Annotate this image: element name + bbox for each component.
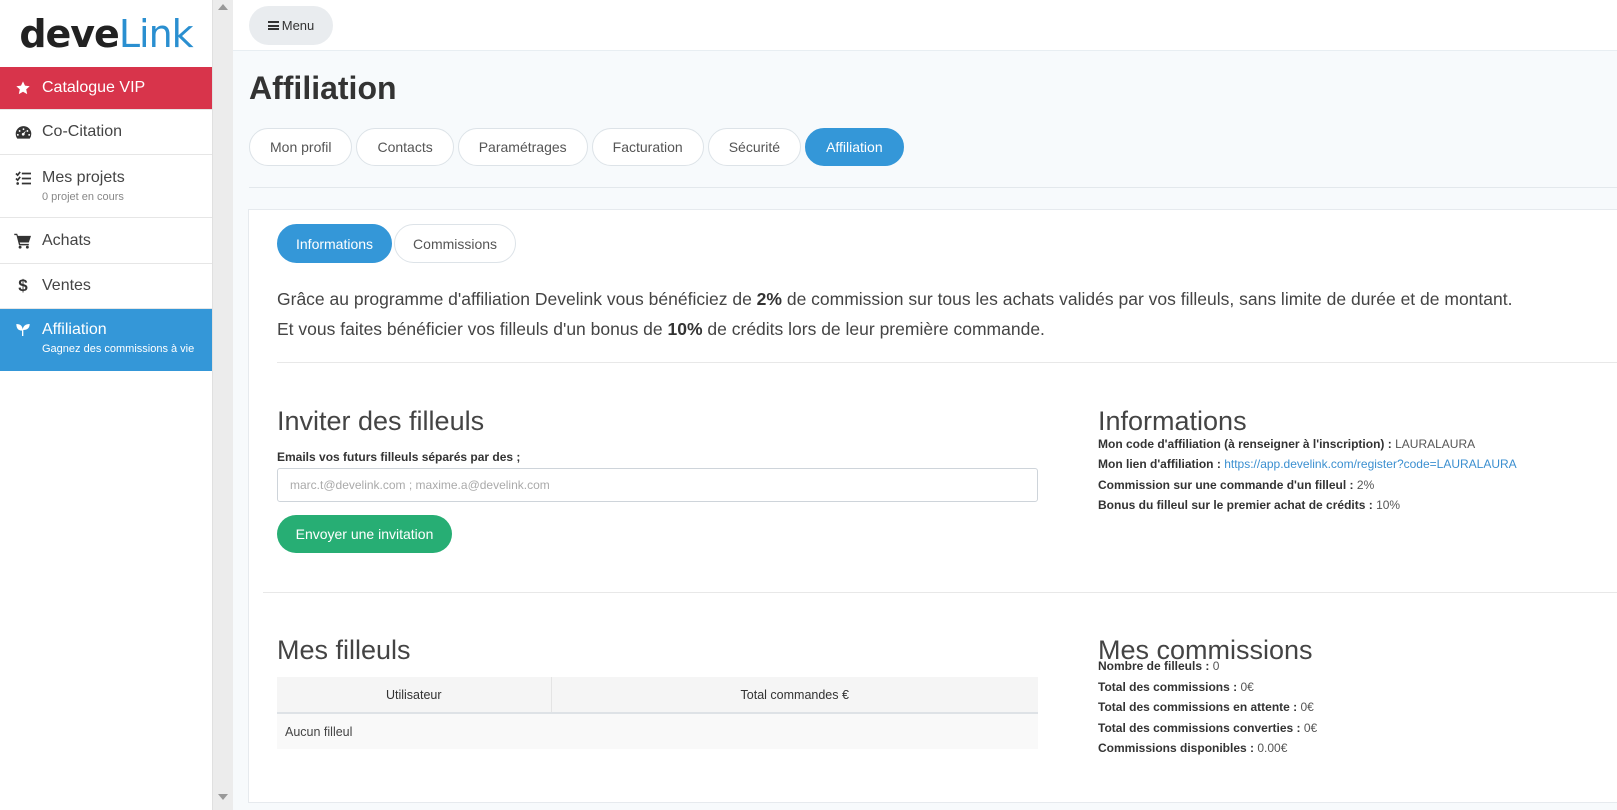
sidebar-item-mes-projets[interactable]: Mes projets 0 projet en cours — [0, 155, 212, 218]
column-header-utilisateur[interactable]: Utilisateur — [277, 677, 552, 714]
projects-count: 0 projet en cours — [42, 191, 124, 203]
commission-stat-row: Total des commissions : 0€ — [1098, 680, 1254, 694]
sidebar-item-label: Achats — [42, 231, 91, 249]
sidebar-item-label: Catalogue VIP — [42, 79, 146, 96]
empty-table-message: Aucun filleul — [277, 713, 1038, 749]
intro-line-2: Et vous faites bénéficier vos filleuls d… — [277, 314, 1607, 344]
affiliation-link-row: Mon lien d'affiliation : https://app.dev… — [1098, 457, 1517, 471]
stat-value: 0 — [1212, 659, 1220, 673]
scroll-up-arrow-icon[interactable] — [218, 4, 228, 10]
stat-value: 0€ — [1300, 700, 1314, 714]
hamburger-icon — [267, 21, 279, 30]
filleuls-table: Utilisateur Total commandes € Aucun fill… — [277, 677, 1038, 749]
tab-affiliation[interactable]: Affiliation — [805, 128, 904, 166]
affiliation-link[interactable]: https://app.develink.com/register?code=L… — [1224, 457, 1516, 471]
tab-mon-profil[interactable]: Mon profil — [249, 128, 353, 166]
column-header-total-commandes[interactable]: Total commandes € — [551, 677, 1038, 714]
commission-stat-row: Nombre de filleuls : 0 — [1098, 659, 1219, 673]
divider — [263, 592, 1617, 593]
seedling-icon — [14, 321, 32, 339]
stat-label: Nombre de filleuls : — [1098, 659, 1210, 673]
divider — [277, 362, 1617, 363]
commission-stat-row: Commissions disponibles : 0.00€ — [1098, 741, 1287, 755]
informations-section-title: Informations — [1098, 406, 1247, 436]
affiliation-subtabs: Informations Commissions — [277, 224, 517, 263]
invite-emails-input[interactable] — [277, 468, 1038, 502]
stat-value: 0.00€ — [1257, 741, 1288, 755]
cart-icon — [14, 232, 32, 250]
stat-value: 0€ — [1240, 680, 1254, 694]
develink-logo[interactable]: deveLink — [0, 0, 212, 67]
affiliation-intro: Grâce au programme d'affiliation Develin… — [277, 284, 1607, 344]
table-row: Aucun filleul — [277, 713, 1038, 749]
intro-text: Grâce au programme d'affiliation Develin… — [277, 289, 757, 309]
info-label: Commission sur une commande d'un filleul… — [1098, 478, 1354, 492]
table-header-row: Utilisateur Total commandes € — [277, 677, 1038, 714]
sidebar-item-ventes[interactable]: $ Ventes — [0, 264, 212, 309]
logo-text-link: Link — [118, 11, 194, 56]
stat-label: Commissions disponibles : — [1098, 741, 1255, 755]
main-content: Menu Affiliation Mon profil Contacts Par… — [233, 0, 1617, 810]
affiliation-code-value: LAURALAURA — [1395, 437, 1476, 451]
sidebar-item-co-citation[interactable]: Co-Citation — [0, 110, 212, 155]
intro-line-1: Grâce au programme d'affiliation Develin… — [277, 284, 1607, 314]
account-tabs: Mon profil Contacts Paramétrages Factura… — [249, 128, 904, 166]
divider — [249, 187, 1617, 188]
invite-section-title: Inviter des filleuls — [277, 406, 485, 436]
sidebar-item-affiliation[interactable]: Affiliation Gagnez des commissions à vie — [0, 309, 212, 371]
subtab-informations[interactable]: Informations — [277, 224, 393, 263]
subtab-commissions[interactable]: Commissions — [394, 224, 517, 263]
stat-label: Total des commissions : — [1098, 680, 1238, 694]
commission-row: Commission sur une commande d'un filleul… — [1098, 478, 1374, 492]
page-title: Affiliation — [249, 70, 397, 106]
stat-label: Total des commissions converties : — [1098, 721, 1301, 735]
tab-parametrages[interactable]: Paramétrages — [457, 128, 588, 166]
dollar-icon: $ — [18, 276, 28, 295]
sidebar-item-label: Affiliation — [42, 321, 107, 338]
intro-text: Et vous faites bénéficier vos filleuls d… — [277, 319, 668, 339]
tab-contacts[interactable]: Contacts — [356, 128, 454, 166]
affiliation-card: Informations Commissions Grâce au progra… — [248, 209, 1617, 803]
sidebar-item-label: Ventes — [42, 277, 91, 294]
stat-label: Total des commissions en attente : — [1098, 700, 1298, 714]
filleuls-section-title: Mes filleuls — [277, 635, 411, 665]
affiliation-subtitle: Gagnez des commissions à vie — [42, 343, 195, 355]
topbar: Menu — [233, 0, 1617, 51]
gauge-icon — [14, 123, 32, 141]
tab-securite[interactable]: Sécurité — [707, 128, 802, 166]
info-label: Bonus du filleul sur le premier achat de… — [1098, 498, 1373, 512]
intro-text: de crédits lors de leur première command… — [702, 319, 1045, 339]
commission-stat-row: Total des commissions en attente : 0€ — [1098, 700, 1314, 714]
intro-text: de commission sur tous les achats validé… — [781, 289, 1513, 309]
sidebar-scrollbar[interactable] — [212, 0, 233, 810]
bonus-rate: 10% — [667, 319, 703, 339]
invite-emails-label: Emails vos futurs filleuls séparés par d… — [277, 450, 521, 464]
menu-button[interactable]: Menu — [249, 6, 333, 45]
star-icon — [14, 79, 32, 97]
bonus-value: 10% — [1376, 498, 1401, 512]
scroll-down-arrow-icon[interactable] — [218, 794, 228, 800]
menu-button-label: Menu — [281, 18, 315, 33]
info-label: Mon code d'affiliation (à renseigner à l… — [1098, 437, 1392, 451]
stat-value: 0€ — [1303, 721, 1318, 735]
affiliation-code-row: Mon code d'affiliation (à renseigner à l… — [1098, 437, 1475, 451]
commission-rate: 2% — [756, 289, 782, 309]
sidebar-item-label: Co-Citation — [42, 123, 123, 140]
bonus-row: Bonus du filleul sur le premier achat de… — [1098, 498, 1400, 512]
commission-stat-row: Total des commissions converties : 0€ — [1098, 721, 1317, 735]
commission-value: 2% — [1356, 478, 1375, 492]
info-label: Mon lien d'affiliation : — [1098, 457, 1221, 471]
checklist-icon — [14, 169, 32, 187]
logo-text-deve: deve — [19, 11, 120, 56]
sidebar-item-label: Mes projets — [42, 169, 125, 186]
send-invitation-button[interactable]: Envoyer une invitation — [277, 515, 452, 553]
sidebar-item-achats[interactable]: Achats — [0, 218, 212, 264]
sidebar: deveLink Catalogue VIP Co-Citation Mes p… — [0, 0, 212, 810]
tab-facturation[interactable]: Facturation — [591, 128, 704, 166]
sidebar-item-catalogue-vip[interactable]: Catalogue VIP — [0, 67, 212, 110]
